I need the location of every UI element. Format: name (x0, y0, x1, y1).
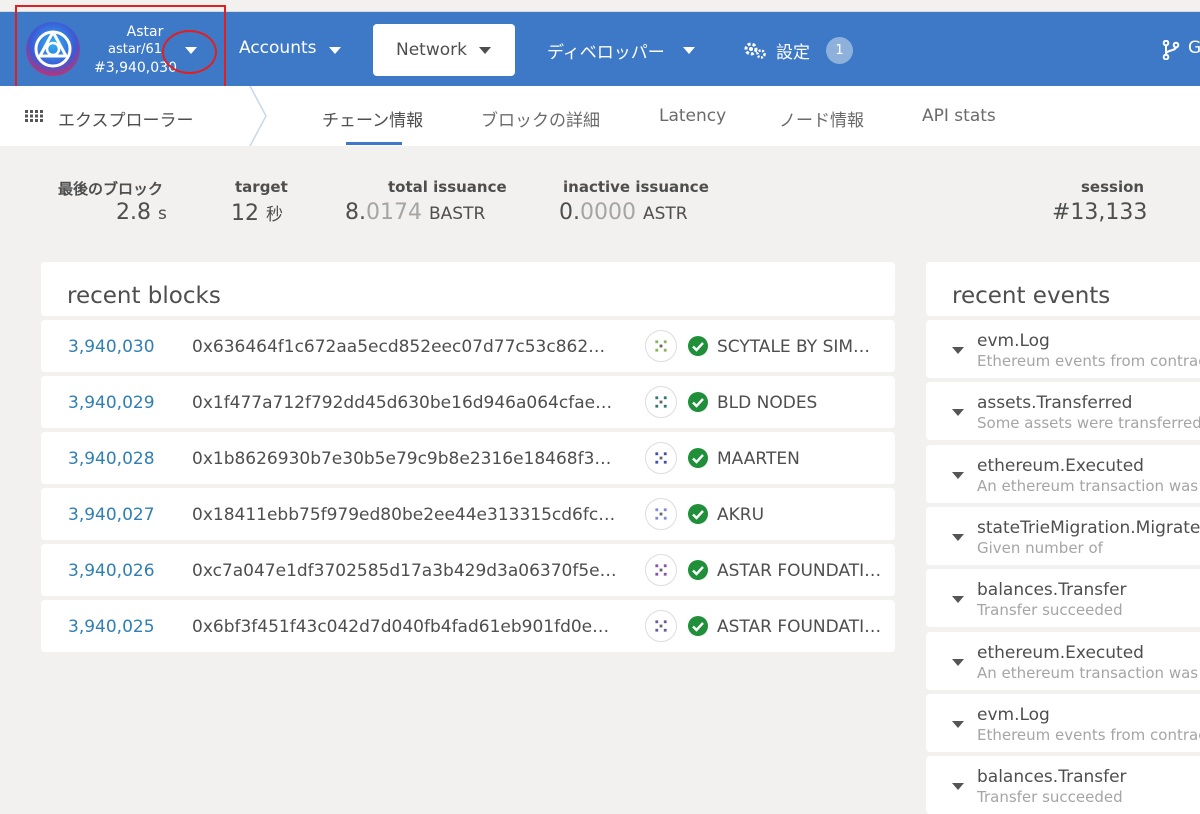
breadcrumb-chevron-icon (249, 86, 267, 146)
annotation-circle (162, 30, 217, 74)
author-identicon-icon (645, 442, 677, 474)
author-identicon-icon (645, 330, 677, 362)
event-name: evm.Log (977, 704, 1050, 725)
verified-check-icon (688, 336, 708, 356)
event-description: Some assets were transferred (977, 414, 1200, 433)
author-identicon-icon (645, 498, 677, 530)
stat-target-value: 12 秒 (231, 201, 283, 226)
block-number-link[interactable]: 3,940,026 (68, 561, 155, 581)
block-number-link[interactable]: 3,940,028 (68, 449, 155, 469)
stat-last-block-label: 最後のブロック (58, 180, 164, 198)
block-author-name[interactable]: BLD NODES (717, 393, 817, 413)
verified-check-icon (688, 392, 708, 412)
nav-developer-chevron-down-icon[interactable] (683, 47, 695, 54)
event-name: ethereum.Executed (977, 455, 1144, 476)
block-hash: 0x1f477a712f792dd45d630be16d946a064cfae… (192, 393, 613, 413)
block-hash: 0x1b8626930b7e30b5e79c9b8e2316e18468f3… (192, 449, 612, 469)
settings-count-badge: 1 (826, 37, 853, 64)
block-author-name[interactable]: MAARTEN (717, 449, 800, 469)
nav-network-chevron-down-icon[interactable] (479, 47, 491, 54)
block-number-link[interactable]: 3,940,030 (68, 337, 155, 357)
block-number-link[interactable]: 3,940,025 (68, 617, 155, 637)
event-description: An ethereum transaction was (977, 663, 1199, 682)
stat-inactive-issuance-value: 0.0000 ASTR (559, 200, 688, 225)
nav-network-label[interactable]: Network (396, 40, 467, 60)
event-expand-chevron-down-icon[interactable] (952, 533, 964, 541)
tab-latency[interactable]: Latency (659, 106, 726, 126)
event-name: stateTrieMigration.Migrated (977, 517, 1200, 538)
tab-chain-info[interactable]: チェーン情報 (322, 106, 423, 131)
event-name: balances.Transfer (977, 767, 1127, 788)
grid-menu-icon[interactable] (25, 110, 43, 122)
block-hash: 0x18411ebb75f979ed80be2ee44e313315cd6fc… (192, 505, 616, 525)
github-branch-icon[interactable] (1162, 40, 1180, 60)
nav-developer-label[interactable]: ディベロッパー (547, 38, 665, 63)
verified-check-icon (688, 616, 708, 636)
event-description: Transfer succeeded (977, 788, 1123, 807)
author-identicon-icon (645, 610, 677, 642)
event-expand-chevron-down-icon[interactable] (952, 658, 964, 666)
stat-total-issuance-label: total issuance (388, 178, 507, 196)
verified-check-icon (688, 560, 708, 580)
stat-session-value: #13,133 (1052, 200, 1148, 225)
settings-gear-icon[interactable] (743, 40, 767, 60)
stat-target-label: target (235, 178, 288, 196)
stat-inactive-issuance-label: inactive issuance (563, 178, 709, 196)
event-name: ethereum.Executed (977, 642, 1144, 663)
stat-total-issuance-value: 8.0174 BASTR (345, 200, 486, 225)
stat-session-label: session (1081, 178, 1145, 196)
section-title: エクスプローラー (58, 111, 194, 131)
event-expand-chevron-down-icon[interactable] (952, 409, 964, 417)
tab-api-stats[interactable]: API stats (922, 106, 996, 126)
block-number-link[interactable]: 3,940,029 (68, 393, 155, 413)
recent-events-title: recent events (952, 283, 1111, 309)
event-name: evm.Log (977, 331, 1050, 351)
block-author-name[interactable]: ASTAR FOUNDATI… (717, 617, 881, 637)
event-expand-chevron-down-icon[interactable] (952, 596, 964, 604)
nav-accounts-label[interactable]: Accounts (239, 38, 317, 58)
recent-blocks-title: recent blocks (67, 283, 221, 309)
nav-settings-label[interactable]: 設定 (776, 38, 810, 63)
active-tab-indicator (346, 142, 402, 145)
event-expand-chevron-down-icon[interactable] (952, 347, 964, 354)
nav-github-label[interactable]: G (1188, 38, 1200, 58)
event-description: Given number of (977, 538, 1103, 557)
block-author-name[interactable]: AKRU (717, 505, 764, 525)
event-description: Ethereum events from contrac (977, 725, 1200, 744)
event-name: balances.Transfer (977, 580, 1127, 601)
event-description: Ethereum events from contrac (977, 352, 1200, 370)
author-identicon-icon (645, 554, 677, 586)
verified-check-icon (688, 448, 708, 468)
author-identicon-icon (645, 386, 677, 418)
event-expand-chevron-down-icon[interactable] (952, 720, 964, 728)
event-expand-chevron-down-icon[interactable] (952, 783, 964, 791)
event-expand-chevron-down-icon[interactable] (952, 471, 964, 479)
block-author-name[interactable]: SCYTALE BY SIM… (717, 337, 870, 357)
block-hash: 0xc7a047e1df3702585d17a3b429d3a06370f5e… (192, 561, 617, 581)
nav-accounts-chevron-down-icon[interactable] (329, 47, 341, 54)
tab-block-details[interactable]: ブロックの詳細 (481, 106, 600, 131)
block-hash: 0x6bf3f451f43c042d7d040fb4fad61eb901fd0e… (192, 617, 610, 637)
event-name: assets.Transferred (977, 393, 1133, 414)
tab-node-info[interactable]: ノード情報 (779, 106, 864, 131)
verified-check-icon (688, 504, 708, 524)
block-author-name[interactable]: ASTAR FOUNDATI… (717, 561, 881, 581)
event-description: An ethereum transaction was (977, 476, 1199, 495)
event-description: Transfer succeeded (977, 601, 1123, 620)
block-hash: 0x636464f1c672aa5ecd852eec07d77c53c862… (192, 337, 606, 357)
stat-last-block-value: 2.8 s (116, 200, 167, 225)
block-number-link[interactable]: 3,940,027 (68, 505, 155, 525)
